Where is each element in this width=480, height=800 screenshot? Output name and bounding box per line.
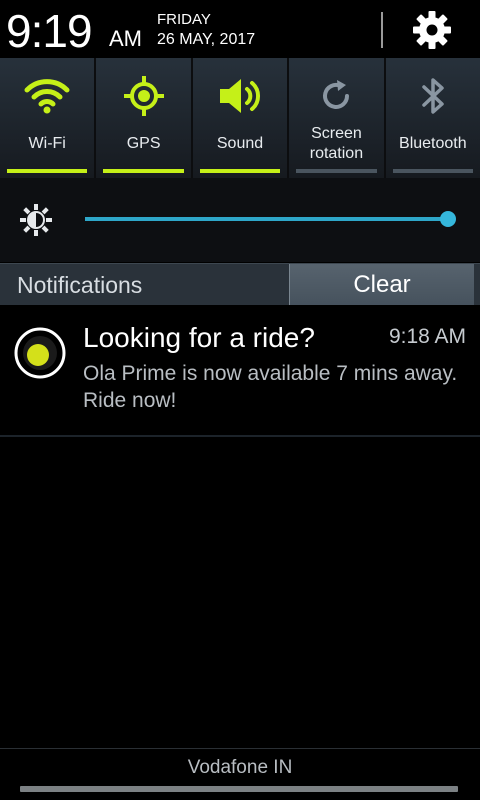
date-label: 26 MAY, 2017	[157, 31, 256, 48]
notification-body: Ola Prime is now available 7 mins away. …	[83, 362, 458, 412]
toggle-wifi-indicator	[7, 169, 88, 173]
toggle-sound-label: Sound	[216, 135, 264, 152]
rotation-icon	[323, 80, 350, 109]
toggle-wifi-label: Wi-Fi	[28, 135, 66, 152]
brightness-icon[interactable]	[18, 202, 54, 238]
toggle-bluetooth[interactable]: Bluetooth	[385, 58, 480, 178]
weekday-label: FRIDAY	[157, 11, 211, 28]
toggle-sound[interactable]: Sound	[192, 58, 288, 178]
gps-icon	[123, 76, 164, 116]
toggle-gps[interactable]: GPS	[96, 58, 191, 178]
bluetooth-icon	[422, 78, 444, 114]
notification-time: 9:18 AM	[388, 325, 466, 348]
toggle-bluetooth-label: Bluetooth	[399, 135, 467, 152]
clear-button[interactable]: Clear	[289, 264, 474, 305]
toggle-wifi[interactable]: Wi-Fi	[0, 58, 95, 178]
notifications-header: Notifications Clear	[0, 263, 480, 305]
toggle-sound-indicator	[199, 169, 281, 173]
ola-app-icon	[14, 327, 66, 379]
brightness-slider[interactable]	[85, 211, 456, 227]
gear-icon[interactable]	[410, 8, 454, 52]
clock-time: 9:19	[6, 5, 93, 57]
wifi-icon	[24, 79, 70, 114]
toggle-screen-rotation-indicator	[296, 169, 377, 173]
quick-settings-panel: Wi-Fi GPS Sound Screen rotation Bluetoot…	[0, 58, 480, 178]
carrier-label: Vodafone IN	[187, 757, 293, 778]
speaker-icon	[220, 79, 260, 113]
brightness-slider-fill	[85, 217, 450, 221]
toggle-bluetooth-indicator	[392, 169, 474, 173]
clock-ampm: AM	[109, 26, 142, 51]
notification-title: Looking for a ride?	[83, 322, 315, 353]
toggle-gps-label: GPS	[126, 135, 161, 152]
notifications-title: Notifications	[17, 272, 143, 298]
toggle-screen-rotation[interactable]: Screen rotation	[289, 58, 384, 178]
brightness-slider-thumb[interactable]	[440, 211, 456, 227]
panel-drag-handle[interactable]	[20, 786, 458, 792]
status-header: 9:19 AM FRIDAY 26 MAY, 2017	[0, 0, 480, 58]
toggle-screen-rotation-label: Screen rotation	[309, 125, 364, 162]
notification-item[interactable]: Looking for a ride? 9:18 AM Ola Prime is…	[0, 305, 480, 437]
header-divider	[381, 12, 383, 48]
footer-divider	[0, 748, 480, 749]
toggle-gps-indicator	[103, 169, 184, 173]
